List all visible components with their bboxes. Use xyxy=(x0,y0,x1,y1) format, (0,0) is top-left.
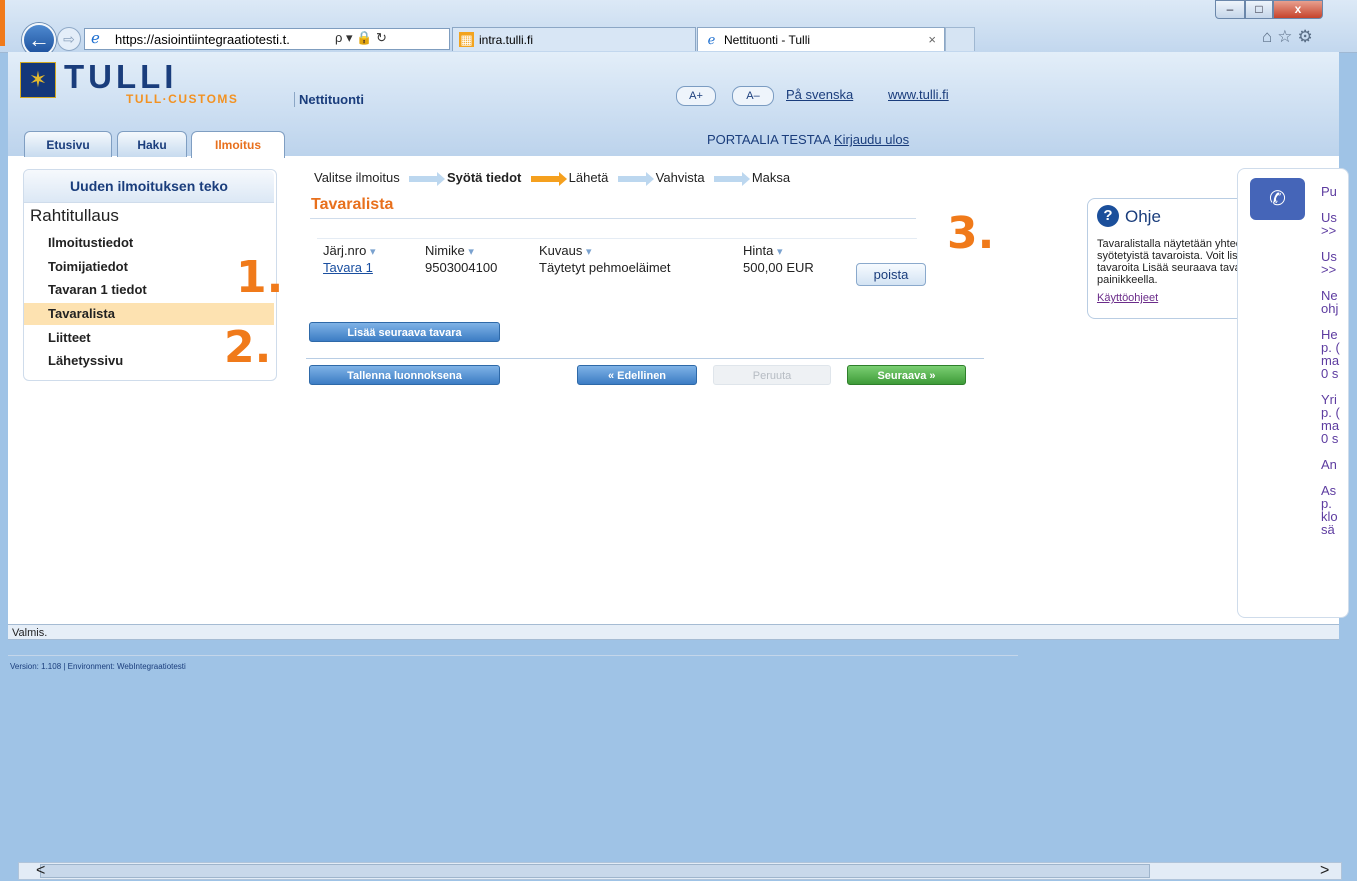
address-tools[interactable]: ρ ▾ 🔒 ↻ xyxy=(335,30,387,46)
column-header-jarj[interactable]: Järj.nro ▾ xyxy=(323,243,376,258)
page-title: Tavaralista xyxy=(311,196,394,213)
step-syota: Syötä tiedot xyxy=(446,170,522,185)
annotation-3: 3. xyxy=(947,208,995,259)
logo-subtext: TULL·CUSTOMS xyxy=(126,92,239,106)
step-laheta: Lähetä xyxy=(568,170,609,185)
item-nimike: 9503004100 xyxy=(425,260,498,275)
item-hinta: 500,00 EUR xyxy=(743,260,814,275)
scroll-left-icon[interactable]: < xyxy=(36,862,45,880)
tab-etusivu[interactable]: Etusivu xyxy=(24,131,112,157)
site-icon: ▦ xyxy=(459,32,474,47)
divider xyxy=(310,218,916,219)
help-icon: ? xyxy=(1097,205,1119,227)
column-header-label: Kuvaus xyxy=(539,243,583,258)
sidebar-item-ilmoitustiedot[interactable]: Ilmoitustiedot xyxy=(24,232,274,254)
add-item-button[interactable]: Lisää seuraava tavara xyxy=(309,322,500,342)
font-decrease-button[interactable]: A– xyxy=(732,86,774,106)
scrollbar-thumb[interactable] xyxy=(40,864,1150,878)
sort-icon: ▾ xyxy=(776,246,783,258)
font-increase-button[interactable]: A+ xyxy=(676,86,716,106)
close-window-button[interactable]: x xyxy=(1273,0,1323,19)
close-tab-icon[interactable]: × xyxy=(928,28,936,52)
user-name: PORTAALIA TESTAA xyxy=(707,132,831,147)
sort-icon: ▾ xyxy=(586,246,592,258)
new-tab-button[interactable] xyxy=(945,27,975,51)
browser-tab-label: Nettituonti - Tulli xyxy=(724,33,811,47)
step-arrow-icon xyxy=(714,171,751,186)
browser-tab-label: intra.tulli.fi xyxy=(479,33,534,47)
cancel-button[interactable]: Peruuta xyxy=(713,365,831,385)
user-guide-link[interactable]: Käyttöohjeet xyxy=(1097,292,1158,304)
right-panel-text[interactable]: Pu Us >> Us >> Ne ohj He p. ( ma 0 s Yri… xyxy=(1321,185,1340,536)
step-vahvista: Vahvista xyxy=(655,170,705,185)
step-maksa: Maksa xyxy=(751,170,791,185)
logo-text: TULLI xyxy=(64,58,178,95)
next-button[interactable]: Seuraava » xyxy=(847,365,966,385)
tab-ilmoitus[interactable]: Ilmoitus xyxy=(191,131,285,158)
ie-icon: ℯ xyxy=(91,30,100,47)
progress-steps: Valitse ilmoitus Syötä tiedot Lähetä Vah… xyxy=(314,170,791,186)
sort-icon: ▾ xyxy=(468,246,474,258)
tab-haku[interactable]: Haku xyxy=(117,131,187,157)
step-arrow-icon xyxy=(531,171,568,186)
maximize-button[interactable]: □ xyxy=(1245,0,1273,19)
step-arrow-icon xyxy=(409,171,446,186)
site-link[interactable]: www.tulli.fi xyxy=(888,87,949,102)
status-bar: Valmis. xyxy=(8,624,1339,640)
sidebar-title: Uuden ilmoituksen teko xyxy=(24,170,274,203)
app-name: Nettituonti xyxy=(294,92,364,107)
help-title: Ohje xyxy=(1125,207,1161,226)
phone-icon: ✆ xyxy=(1250,178,1305,220)
annotation-1: 1. xyxy=(236,252,284,303)
column-header-nimike[interactable]: Nimike ▾ xyxy=(425,243,474,258)
item-kuvaus: Täytetyt pehmoeläimet xyxy=(539,260,671,275)
previous-button[interactable]: « Edellinen xyxy=(577,365,697,385)
column-header-hinta[interactable]: Hinta ▾ xyxy=(743,243,783,258)
column-header-label: Järj.nro xyxy=(323,243,367,258)
sidebar-section-heading: Rahtitullaus xyxy=(30,206,119,225)
minimize-button[interactable]: – xyxy=(1215,0,1245,19)
forward-button[interactable]: ⇨ xyxy=(57,27,81,51)
divider xyxy=(317,238,917,239)
user-info: PORTAALIA TESTAA Kirjaudu ulos xyxy=(707,132,909,147)
window-edge-accent xyxy=(0,0,5,46)
step-valitse: Valitse ilmoitus xyxy=(314,170,400,185)
tulli-emblem-icon: ✶ xyxy=(20,62,56,98)
address-bar[interactable]: https://asiointiintegraatiotesti.t. xyxy=(84,28,450,50)
scroll-right-icon[interactable]: > xyxy=(1320,862,1329,880)
save-draft-button[interactable]: Tallenna luonnoksena xyxy=(309,365,500,385)
column-header-label: Nimike xyxy=(425,243,465,258)
browser-tab-nettituonti[interactable]: ℯ Nettituonti - Tulli × xyxy=(697,27,945,51)
delete-button[interactable]: poista xyxy=(856,263,926,286)
language-link[interactable]: På svenska xyxy=(786,87,853,102)
home-favorites-settings-icons[interactable]: ⌂☆⚙ xyxy=(1262,27,1318,47)
column-header-label: Hinta xyxy=(743,243,774,258)
version-info: Version: 1.108 | Environment: WebIntegra… xyxy=(10,662,186,671)
browser-tab-intra[interactable]: ▦ intra.tulli.fi xyxy=(452,27,696,51)
divider xyxy=(306,358,984,359)
ie-icon: ℯ xyxy=(707,32,716,47)
logout-link[interactable]: Kirjaudu ulos xyxy=(834,132,909,147)
divider xyxy=(8,655,1018,656)
sort-icon: ▾ xyxy=(369,246,376,258)
column-header-kuvaus[interactable]: Kuvaus ▾ xyxy=(539,243,592,258)
annotation-2: 2. xyxy=(224,322,272,373)
item-link[interactable]: Tavara 1 xyxy=(323,260,373,275)
step-arrow-icon xyxy=(618,171,655,186)
